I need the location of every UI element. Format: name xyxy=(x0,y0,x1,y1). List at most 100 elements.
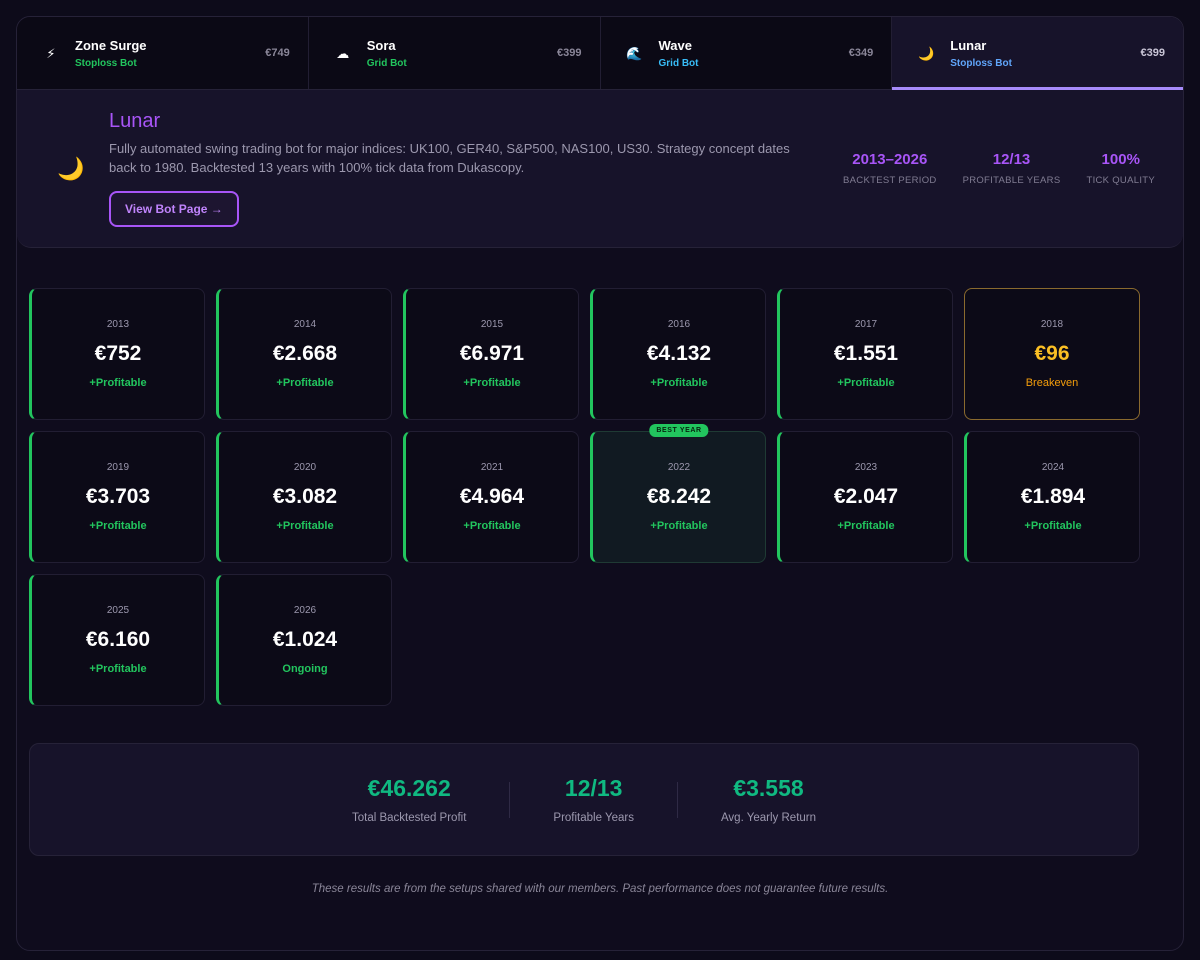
card-year: 2017 xyxy=(854,319,878,330)
bot-info-panel: 🌙 Lunar Fully automated swing trading bo… xyxy=(17,90,1183,248)
year-card-2013: 2013 €752 +Profitable xyxy=(29,288,205,420)
card-value: €1.894 xyxy=(1020,485,1086,508)
card-status: +Profitable xyxy=(463,520,521,532)
card-value: €6.971 xyxy=(459,342,525,365)
bot-tabs: ⚡ Zone Surge Stoploss Bot €749 ☁ Sora Grid Bot… xyxy=(17,17,1183,90)
tab-name: Wave xyxy=(658,37,692,53)
card-value: €96 xyxy=(1034,342,1070,365)
year-card-2014: 2014 €2.668 +Profitable xyxy=(216,288,392,420)
card-status: +Profitable xyxy=(276,377,334,389)
tab-text: Wave Grid Bot xyxy=(659,38,849,69)
bot-description: Fully automated swing trading bot for ma… xyxy=(109,141,790,175)
card-year: 2018 xyxy=(1040,319,1064,330)
tab-type: Stoploss Bot xyxy=(75,57,137,69)
year-card-2018: 2018 €96 Breakeven xyxy=(964,288,1140,420)
card-status: +Profitable xyxy=(276,520,334,532)
tab-text: Lunar Stoploss Bot xyxy=(950,38,1140,69)
lightning-icon: ⚡ xyxy=(46,45,56,61)
tab-name: Zone Surge xyxy=(75,37,147,53)
card-year: 2016 xyxy=(667,319,691,330)
card-status: +Profitable xyxy=(89,520,147,532)
stat-tick-quality: 100% TICK QUALITY xyxy=(1086,151,1155,186)
card-year: 2015 xyxy=(480,319,504,330)
card-year: 2020 xyxy=(293,462,317,473)
moon-icon: 🌙 xyxy=(918,45,935,61)
card-year: 2024 xyxy=(1041,462,1065,473)
tab-name: Lunar xyxy=(950,37,987,53)
stat-value: 100% xyxy=(1101,151,1140,168)
stat-label: BACKTEST PERIOD xyxy=(843,175,937,186)
card-status: +Profitable xyxy=(837,520,895,532)
disclaimer: These results are from the setups shared… xyxy=(311,883,889,895)
summary-profitable-years: 12/13 Profitable Years xyxy=(510,775,677,824)
card-value: €1.024 xyxy=(272,628,338,651)
card-value: €2.668 xyxy=(272,342,338,365)
card-year: 2023 xyxy=(854,462,878,473)
card-value: €752 xyxy=(94,342,142,365)
bot-info-main: Lunar Fully automated swing trading bot … xyxy=(109,110,809,227)
tab-price: €749 xyxy=(265,47,290,59)
tab-price: €399 xyxy=(557,47,582,59)
tab-type: Grid Bot xyxy=(658,57,699,69)
card-value: €3.082 xyxy=(272,485,338,508)
card-value: €2.047 xyxy=(833,485,899,508)
card-status: +Profitable xyxy=(650,520,708,532)
stat-value: 12/13 xyxy=(992,151,1031,168)
yearly-results-grid: 2013 €752 +Profitable 2014 €2.668 +Profitable… xyxy=(29,288,1140,706)
summary-label: Total Backtested Profit xyxy=(351,812,467,824)
card-value: €8.242 xyxy=(646,485,712,508)
summary-total-profit: €46.262 Total Backtested Profit xyxy=(309,775,509,824)
moon-icon: 🌙 xyxy=(57,155,85,181)
card-year: 2014 xyxy=(293,319,317,330)
card-value: €6.160 xyxy=(85,628,151,651)
tab-type: Grid Bot xyxy=(366,57,407,69)
year-card-2023: 2023 €2.047 +Profitable xyxy=(777,431,953,563)
tab-wave[interactable]: 🌊 Wave Grid Bot €349 xyxy=(601,17,893,89)
year-card-2016: 2016 €4.132 +Profitable xyxy=(590,288,766,420)
stat-profitable-years: 12/13 PROFITABLE YEARS xyxy=(963,151,1061,186)
summary-value: €3.558 xyxy=(733,775,804,801)
year-card-2022: BEST YEAR 2022 €8.242 +Profitable xyxy=(590,424,766,563)
card-value: €3.703 xyxy=(85,485,151,508)
tab-type: Stoploss Bot xyxy=(950,57,1012,69)
wave-icon: 🌊 xyxy=(626,45,643,61)
year-card-2021: 2021 €4.964 +Profitable xyxy=(403,431,579,563)
card-status: Ongoing xyxy=(282,663,328,675)
summary-panel: €46.262 Total Backtested Profit 12/13 Pr… xyxy=(29,743,1139,856)
card-year: 2013 xyxy=(106,319,130,330)
card-value: €4.964 xyxy=(459,485,525,508)
year-card-2026: 2026 €1.024 Ongoing xyxy=(216,574,392,706)
card-year: 2019 xyxy=(106,462,130,473)
stat-value: 2013–2026 xyxy=(852,151,928,168)
card-status: +Profitable xyxy=(89,663,147,675)
card-year: 2022 xyxy=(667,462,691,473)
tab-name: Sora xyxy=(366,37,396,53)
tab-text: Sora Grid Bot xyxy=(367,38,557,69)
tab-sora[interactable]: ☁ Sora Grid Bot €399 xyxy=(309,17,601,89)
tab-price: €349 xyxy=(848,47,874,59)
summary-value: €46.262 xyxy=(367,775,451,801)
summary-label: Profitable Years xyxy=(553,812,634,824)
card-status: +Profitable xyxy=(837,377,895,389)
card-status: Breakeven xyxy=(1025,377,1079,389)
year-card-2024: 2024 €1.894 +Profitable xyxy=(964,431,1140,563)
card-year: 2026 xyxy=(293,605,317,616)
card-year: 2025 xyxy=(106,605,130,616)
stat-backtest-period: 2013–2026 BACKTEST PERIOD xyxy=(843,151,937,186)
card-status: +Profitable xyxy=(89,377,147,389)
tab-text: Zone Surge Stoploss Bot xyxy=(75,38,265,69)
tab-lunar[interactable]: 🌙 Lunar Stoploss Bot €399 xyxy=(892,17,1183,90)
tab-zone-surge[interactable]: ⚡ Zone Surge Stoploss Bot €749 xyxy=(17,17,309,89)
summary-label: Avg. Yearly Return xyxy=(720,812,817,824)
bot-title: Lunar xyxy=(109,110,161,132)
year-card-2020: 2020 €3.082 +Profitable xyxy=(216,431,392,563)
card-status: +Profitable xyxy=(463,377,521,389)
bot-stats: 2013–2026 BACKTEST PERIOD 12/13 PROFITAB… xyxy=(843,151,1155,186)
year-card-2015: 2015 €6.971 +Profitable xyxy=(403,288,579,420)
card-status: +Profitable xyxy=(1024,520,1082,532)
year-card-2025: 2025 €6.160 +Profitable xyxy=(29,574,205,706)
view-bot-page-button[interactable]: View Bot Page → xyxy=(109,191,239,227)
stat-label: TICK QUALITY xyxy=(1086,175,1155,186)
cloud-icon: ☁ xyxy=(336,45,350,61)
card-value: €4.132 xyxy=(646,342,712,365)
